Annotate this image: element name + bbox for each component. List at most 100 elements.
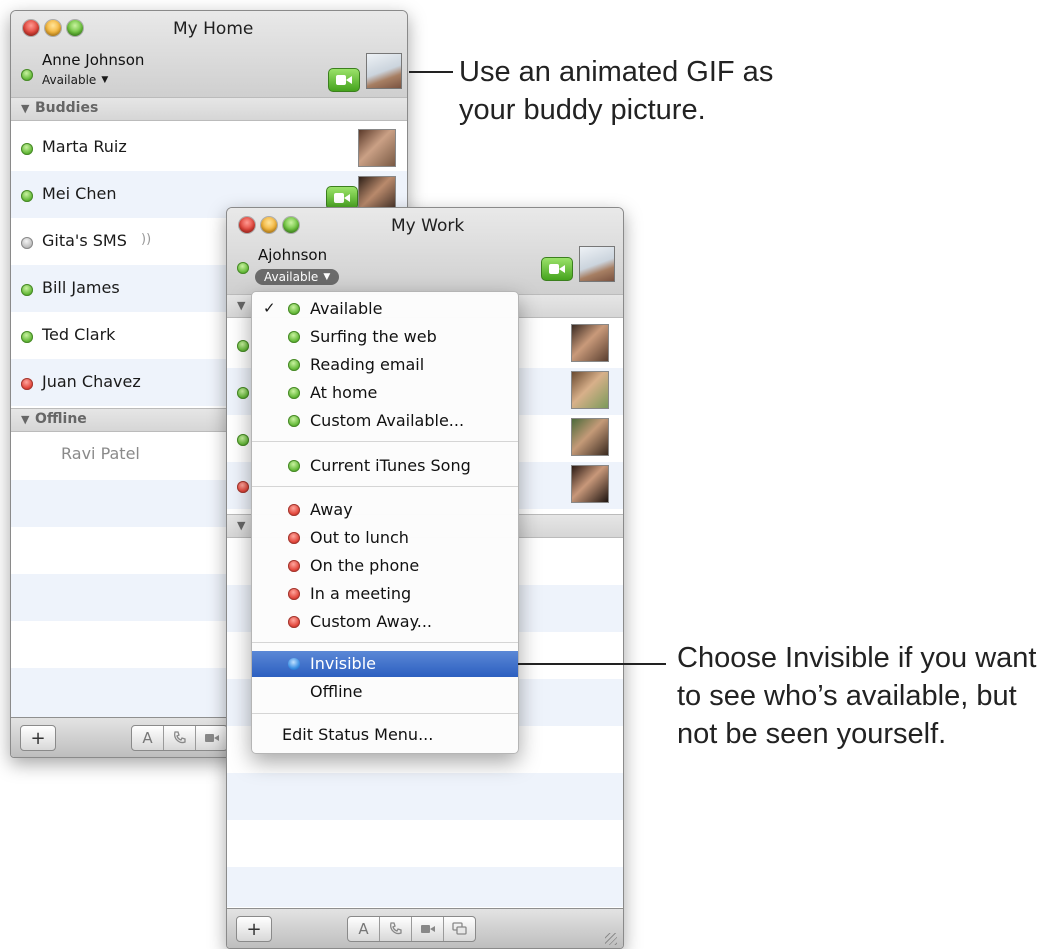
home-user-name[interactable]: Anne Johnson (42, 51, 144, 69)
audio-chat-button[interactable] (380, 917, 412, 941)
disclosure-triangle-icon: ▼ (237, 519, 246, 532)
buddy-name: Juan Chavez (42, 372, 141, 391)
menu-separator (252, 642, 518, 643)
work-window-title: My Work (391, 216, 465, 236)
group-label-offline: Offline (35, 411, 87, 427)
menu-item-label: Edit Status Menu... (282, 725, 434, 744)
available-status-icon (21, 331, 33, 343)
menu-item-away[interactable]: Away (252, 497, 518, 523)
buddy-photo (571, 371, 609, 409)
menu-item-label: Custom Away... (310, 612, 433, 631)
work-user-name[interactable]: Ajohnson (258, 246, 327, 264)
audio-chat-button[interactable] (164, 726, 196, 750)
home-titlebar[interactable]: My Home (11, 11, 407, 46)
add-buddy-button[interactable]: + (20, 725, 56, 751)
callout-invisible: Choose Invisible if you want to see who’… (677, 639, 1036, 753)
available-status-icon (21, 143, 33, 155)
buddy-photo (358, 129, 396, 167)
menu-item-label: Offline (310, 682, 363, 701)
buddy-photo (571, 418, 609, 456)
minimize-button[interactable] (45, 20, 61, 36)
menu-item-in-a-meeting[interactable]: In a meeting (252, 581, 518, 607)
buddy-picture[interactable] (366, 53, 402, 89)
user-status-dot (237, 262, 249, 274)
available-status-icon (237, 340, 249, 352)
video-chat-button[interactable] (196, 726, 227, 750)
callout-line-invisible (518, 663, 666, 665)
minimize-button[interactable] (261, 217, 277, 233)
available-status-icon (288, 303, 300, 315)
status-menu: ✓ Available Surfing the web Reading emai… (251, 291, 519, 754)
callout-invisible-line3: not be seen yourself. (677, 718, 947, 750)
text-chat-button[interactable]: A (132, 726, 164, 750)
away-status-icon (288, 560, 300, 572)
work-titlebar[interactable]: My Work (227, 208, 623, 243)
disclosure-triangle-icon: ▼ (21, 102, 30, 115)
work-bottom-bar: + A (227, 908, 623, 948)
home-status-label: Available (42, 73, 97, 87)
text-chat-button[interactable]: A (348, 917, 380, 941)
menu-item-label: On the phone (310, 556, 420, 575)
action-buttons: A (131, 725, 228, 751)
menu-item-offline[interactable]: Offline (252, 679, 518, 705)
menu-item-itunes-song[interactable]: Current iTunes Song (252, 453, 518, 479)
menu-separator (252, 713, 518, 714)
away-status-icon (288, 504, 300, 516)
menu-item-reading-email[interactable]: Reading email (252, 352, 518, 378)
available-status-icon (21, 190, 33, 202)
callout-invisible-line1: Choose Invisible if you want (677, 642, 1037, 674)
close-button[interactable] (23, 20, 39, 36)
available-status-icon (288, 460, 300, 472)
menu-item-label: Current iTunes Song (310, 456, 471, 475)
menu-item-custom-away[interactable]: Custom Away... (252, 609, 518, 635)
buddy-name: Mei Chen (42, 184, 117, 203)
chevron-down-icon: ▼ (323, 272, 331, 282)
disclosure-triangle-icon: ▼ (237, 299, 246, 312)
available-status-icon (288, 359, 300, 371)
buddy-photo (571, 465, 609, 503)
menu-item-label: At home (310, 383, 378, 402)
zoom-button[interactable] (67, 20, 83, 36)
chevron-down-icon: ▼ (101, 75, 109, 85)
user-status-dot (21, 69, 33, 81)
buddy-row[interactable]: Marta Ruiz (11, 124, 407, 171)
callout-gif-line1: Use an animated GIF as (459, 56, 774, 88)
empty-row (227, 820, 623, 867)
available-status-icon (288, 415, 300, 427)
menu-item-at-home[interactable]: At home (252, 380, 518, 406)
close-button[interactable] (239, 217, 255, 233)
away-status-icon (288, 616, 300, 628)
menu-item-label: Available (310, 299, 383, 318)
away-status-icon (288, 532, 300, 544)
menu-separator (252, 441, 518, 442)
resize-grip-icon[interactable] (605, 933, 617, 945)
menu-item-custom-available[interactable]: Custom Available... (252, 408, 518, 434)
work-status-dropdown[interactable]: Available ▼ (255, 269, 340, 285)
group-header-buddies[interactable]: ▼ Buddies (11, 97, 407, 121)
video-chat-icon[interactable] (537, 253, 573, 281)
buddy-name: Bill James (42, 278, 120, 297)
checkmark-icon: ✓ (263, 299, 276, 317)
empty-row (227, 773, 623, 820)
menu-item-out-to-lunch[interactable]: Out to lunch (252, 525, 518, 551)
callout-line-gif (409, 71, 453, 73)
menu-item-label: In a meeting (310, 584, 412, 603)
menu-item-edit-status-menu[interactable]: Edit Status Menu... (252, 722, 518, 748)
home-status-dropdown[interactable]: Available ▼ (42, 73, 108, 87)
buddy-picture[interactable] (579, 246, 615, 282)
screen-share-button[interactable] (444, 917, 475, 941)
video-chat-icon[interactable] (324, 64, 360, 92)
menu-item-surfing[interactable]: Surfing the web (252, 324, 518, 350)
add-buddy-button[interactable]: + (236, 916, 272, 942)
available-status-icon (288, 331, 300, 343)
disclosure-triangle-icon: ▼ (21, 413, 30, 426)
video-chat-button[interactable] (412, 917, 444, 941)
work-status-label: Available (264, 270, 319, 284)
menu-item-on-the-phone[interactable]: On the phone (252, 553, 518, 579)
home-window-title: My Home (173, 19, 254, 39)
zoom-button[interactable] (283, 217, 299, 233)
menu-item-available[interactable]: ✓ Available (252, 296, 518, 322)
available-status-icon (237, 387, 249, 399)
buddy-name: Marta Ruiz (42, 137, 127, 156)
menu-item-invisible[interactable]: Invisible (252, 651, 518, 677)
